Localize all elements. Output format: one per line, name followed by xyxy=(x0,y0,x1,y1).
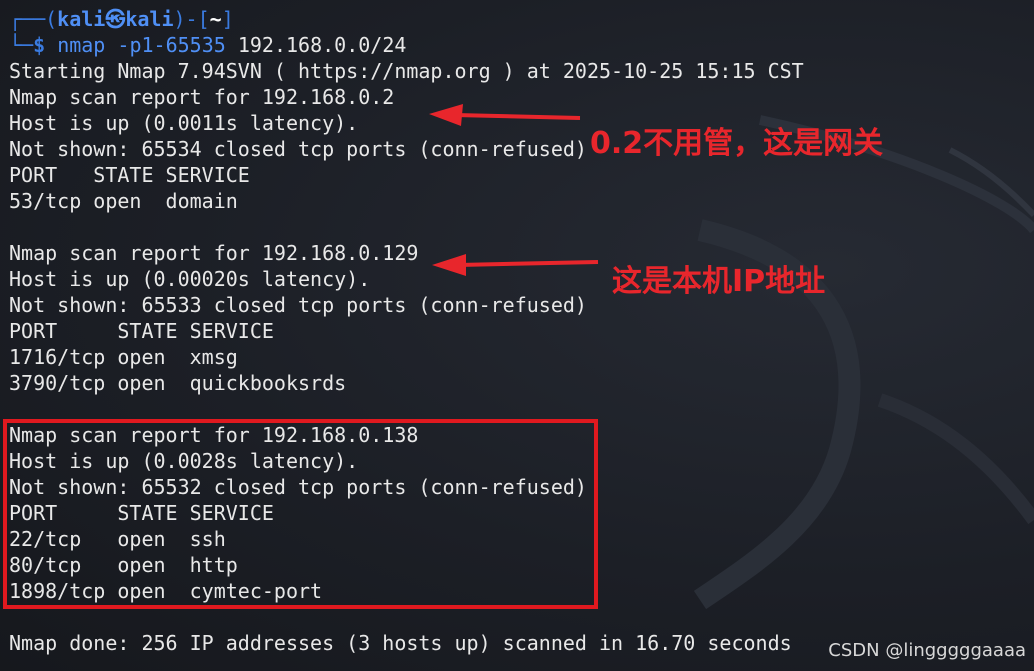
prompt-frame: ┌──( xyxy=(9,7,58,31)
prompt-frame-bottom: └─ xyxy=(9,33,34,57)
csdn-watermark: CSDN @lingggggaaaa xyxy=(828,640,1026,661)
prompt-frame-end: ] xyxy=(221,7,234,31)
prompt-dollar: $ xyxy=(33,33,46,57)
terminal-window[interactable]: ┌──(kali㉿kali)-[~] └─$ nmap -p1-65535 19… xyxy=(0,0,1034,671)
output-line: Starting Nmap 7.94SVN ( https://nmap.org… xyxy=(9,59,804,83)
output-line: Not shown: 65534 closed tcp ports (conn-… xyxy=(9,137,587,161)
prompt-host: kali xyxy=(125,7,174,31)
command-target: 192.168.0.0/24 xyxy=(225,33,407,57)
output-line: 1716/tcp open xmsg xyxy=(9,345,238,369)
prompt-user: kali xyxy=(57,7,106,31)
output-line: 3790/tcp open quickbooksrds xyxy=(9,371,347,395)
output-line: Nmap scan report for 192.168.0.129 xyxy=(9,241,419,265)
local-ip-annotation: 这是本机IP地址 xyxy=(612,264,826,299)
output-line: Nmap scan report for 192.168.0.2 xyxy=(9,85,395,109)
output-line: Host is up (0.0011s latency). xyxy=(9,111,359,135)
command-name: nmap xyxy=(57,33,106,57)
arrow-local-ip-icon xyxy=(432,254,599,276)
output-line: PORT STATE SERVICE xyxy=(9,319,274,343)
prompt-frame-mid: )-[ xyxy=(173,7,210,31)
output-line: PORT STATE SERVICE xyxy=(9,163,250,187)
output-line: 53/tcp open domain xyxy=(9,189,238,213)
output-line: Nmap done: 256 IP addresses (3 hosts up)… xyxy=(9,631,792,655)
gateway-annotation: 0.2不用管，这是网关 xyxy=(590,126,884,161)
arrow-gateway-icon xyxy=(429,104,581,126)
prompt-line-2: └─$ nmap -p1-65535 192.168.0.0/24 xyxy=(9,32,406,58)
prompt-dir: ~ xyxy=(209,7,222,31)
output-line: Host is up (0.00020s latency). xyxy=(9,267,371,291)
prompt-at-icon: ㉿ xyxy=(105,7,126,31)
prompt-line-1: ┌──(kali㉿kali)-[~] xyxy=(9,6,234,32)
command-flag: -p1-65535 xyxy=(105,33,226,57)
output-line: Not shown: 65533 closed tcp ports (conn-… xyxy=(9,293,587,317)
highlight-box xyxy=(3,419,598,609)
